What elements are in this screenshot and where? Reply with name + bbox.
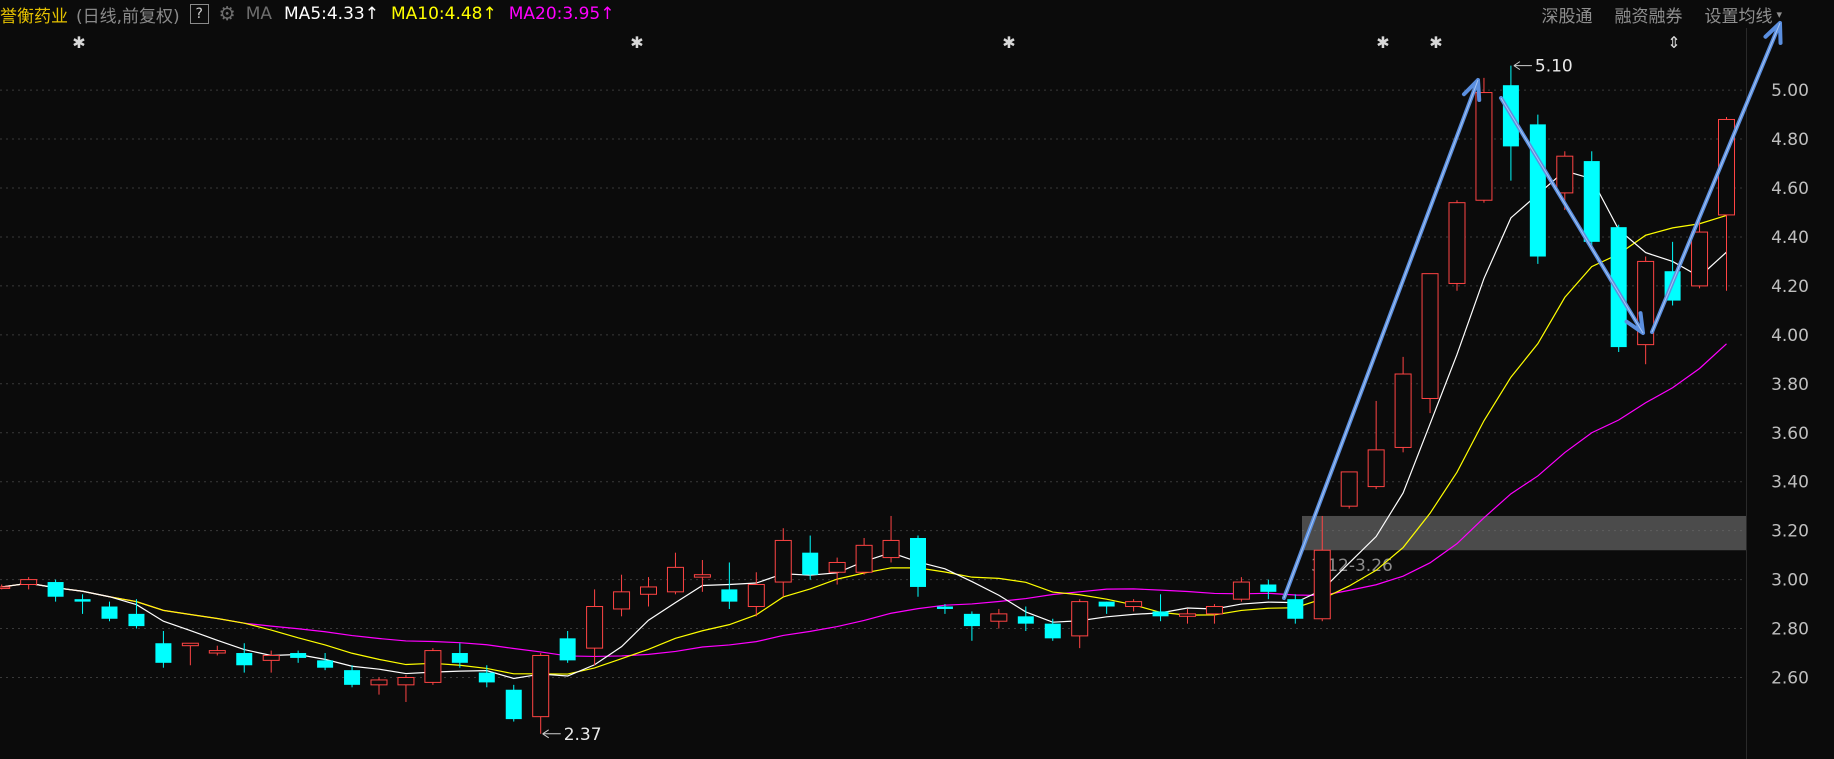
candle-body-up [1448,202,1466,284]
candle-body-up [747,583,765,608]
candle-body-up [1394,373,1412,448]
low-price-label: 2.37 [564,725,602,745]
star-marker-icon: ✱ [630,33,643,52]
candle-body-up [370,679,388,686]
y-tick-label: 5.00 [1771,81,1809,101]
candle-body-up [424,650,442,683]
y-tick-label: 4.40 [1771,228,1809,248]
high-price-label: 5.10 [1535,57,1573,77]
y-tick-label: 4.80 [1771,130,1809,150]
trend-arrow-down-1-highlight [1500,97,1644,334]
candle-body-down [101,606,118,619]
candle-body-up [532,654,550,718]
candle-body-up [1691,231,1709,287]
candle-body-up [990,613,1008,622]
candle-body-up [828,561,846,573]
y-tick-label: 3.00 [1771,571,1809,591]
candle-body-down [559,638,576,661]
candle-body-up [693,574,711,578]
candle-body-up [774,539,792,583]
candle-body-up [1125,601,1143,608]
candle-body-down [1017,616,1034,624]
y-tick-label: 2.60 [1771,669,1809,689]
candle-body-down [1260,584,1277,592]
candle-body-down [1044,623,1061,639]
candle-body-down [963,613,980,627]
candle-body-up [666,566,684,593]
candle-body-down [1287,599,1304,619]
y-tick-label: 2.80 [1771,620,1809,640]
candle-body-up [262,654,280,661]
candle-body-down [1152,611,1169,617]
ma10-line [1,214,1727,675]
candle-body-up [1421,273,1439,399]
y-tick-label: 4.60 [1771,179,1809,199]
candle-body-down [317,660,334,668]
candle-body-down [128,613,145,627]
candlestick-chart[interactable]: 5.00 4.80 4.60 4.40 4.20 4.00 3.80 3.60 3.40 3.20… [0,0,1834,759]
candle-body-down [290,653,307,658]
candle-body-up [586,606,604,649]
candle-body-up [181,642,199,647]
candle-body-down [1098,601,1115,607]
candle-body-down [344,670,361,685]
y-tick-label: 3.80 [1771,375,1809,395]
candle-body-up [1313,549,1331,620]
candle-body-down [155,643,172,663]
y-tick-label: 4.00 [1771,326,1809,346]
candle-body-up [20,579,38,585]
candle-body-up [613,591,631,610]
candle-body-down [802,552,819,575]
star-marker-icon: ✱ [72,33,85,52]
candle-body-up [208,650,226,654]
candle-body-up [1367,449,1385,488]
candle-body-down [478,672,495,683]
star-marker-icon: ✱ [1002,33,1015,52]
candle-body-up [1205,606,1223,615]
candle-body-down [47,582,64,597]
candle-body-up [1071,601,1089,637]
candle-body-up [1556,155,1574,194]
y-tick-label: 4.20 [1771,277,1809,297]
star-marker-icon: ✱ [1376,33,1389,52]
candle-body-down [910,537,926,587]
candle-body-up [855,544,873,573]
candle-body-up [1340,471,1358,507]
candle-body-down [721,589,738,602]
candle-body-up [882,539,900,559]
candle-body-up [397,677,415,686]
double-arrow-icon: ⇕ [1667,33,1680,52]
candle-body-down [1583,161,1600,242]
y-tick-label: 3.60 [1771,424,1809,444]
candle-body-up [0,586,11,589]
candle-body-up [1232,581,1250,600]
ma5-line [1,170,1727,680]
candle-body-down [1529,124,1546,257]
y-tick-label: 3.40 [1771,473,1809,493]
star-marker-icon: ✱ [1429,33,1442,52]
candle-body-down [74,599,91,602]
candle-body-down [451,653,468,663]
ma20-line [1,343,1727,658]
candle-body-down [236,653,253,666]
candle-body-up [640,586,657,595]
candle-body-down [936,606,953,609]
y-tick-label: 3.20 [1771,522,1809,542]
candle-body-down [505,689,522,720]
price-zone [1302,515,1746,551]
candle-body-up [1179,613,1196,617]
candle-body-up [1475,92,1493,201]
